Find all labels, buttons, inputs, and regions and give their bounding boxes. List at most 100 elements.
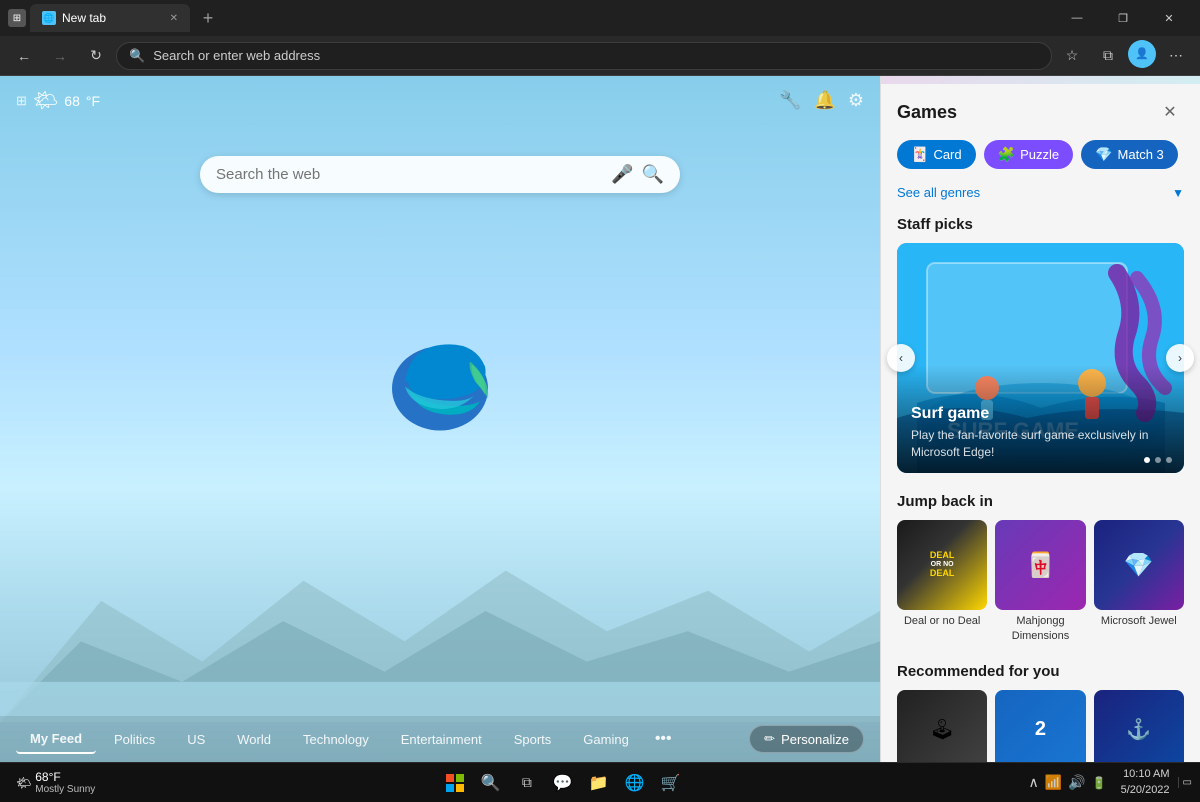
dot-3[interactable] (1166, 457, 1172, 463)
active-tab[interactable]: 🌐 New tab ✕ (30, 4, 190, 32)
rec-img-cubis: 2 (995, 690, 1085, 762)
clock[interactable]: 10:10 AM 5/20/2022 (1117, 767, 1174, 798)
nav-tab-entertainment[interactable]: Entertainment (387, 726, 496, 753)
see-all-genres-row[interactable]: See all genres ▼ (881, 181, 1200, 212)
chat-button[interactable]: 💬 (547, 767, 579, 799)
back-button[interactable]: ← (8, 40, 40, 72)
apps-grid-icon[interactable]: ⊞ (16, 93, 27, 109)
title-bar-left: ⊞ 🌐 New tab ✕ + (8, 4, 222, 32)
favorites-icon[interactable]: ☆ (1056, 40, 1088, 72)
rec-thumb-atari[interactable]: 🕹 (897, 690, 987, 762)
carousel-card[interactable]: SURF GAME Surf game Play the fan-favorit… (897, 243, 1184, 473)
genre-chip-card[interactable]: 🃏 Card (897, 140, 976, 169)
nav-tab-my-feed[interactable]: My Feed (16, 725, 96, 754)
nav-tab-politics[interactable]: Politics (100, 726, 169, 753)
genre-chip-match3[interactable]: 💎 Match 3 (1081, 140, 1178, 169)
refresh-button[interactable]: ↻ (80, 40, 112, 72)
staff-picks-carousel: SURF GAME Surf game Play the fan-favorit… (897, 243, 1184, 473)
genre-filters: 🃏 Card 🧩 Puzzle 💎 Match 3 (881, 140, 1200, 181)
carousel-prev-button[interactable]: ‹ (887, 344, 915, 372)
card-icon: 🃏 (911, 146, 928, 163)
collections-icon[interactable]: ⧉ (1092, 40, 1124, 72)
nav-tab-us[interactable]: US (173, 726, 219, 753)
panel-decor (881, 76, 1200, 84)
network-icon[interactable]: 📶 (1045, 774, 1062, 791)
cubis-label: 2 (1035, 718, 1046, 741)
task-view-button[interactable]: ⧉ (511, 767, 543, 799)
browser-frame: ⊞ 🌐 New tab ✕ + — ❐ ✕ ← → ↻ 🔍 Search or … (0, 0, 1200, 802)
browser-profile-icon[interactable]: ⊞ (8, 9, 26, 27)
notifications-icon[interactable]: 🔔 (813, 90, 835, 111)
forward-button[interactable]: → (44, 40, 76, 72)
taskbar-left: 🌤 68°F Mostly Sunny (8, 770, 103, 795)
rec-img-atari: 🕹 (897, 690, 987, 762)
window-controls: — ❐ ✕ (1054, 0, 1192, 36)
address-text: Search or enter web address (153, 48, 1039, 63)
weather-temp: 68 (64, 93, 80, 109)
nav-tab-technology[interactable]: Technology (289, 726, 383, 753)
file-explorer-button[interactable]: 📁 (583, 767, 615, 799)
nav-tab-world[interactable]: World (223, 726, 285, 753)
game-thumb-mahjong[interactable]: 🀄 Mahjongg Dimensions (995, 520, 1085, 643)
game-name-jewel: Microsoft Jewel (1094, 614, 1184, 628)
rec-thumb-cubis[interactable]: 2 (995, 690, 1085, 762)
new-tab-page: ⊞ 🌤 68 °F 🔧 🔔 ⚙ 🎤 🔍 (0, 76, 880, 762)
game-thumb-jewel[interactable]: 💎 Microsoft Jewel (1094, 520, 1184, 643)
browser-content: ⊞ 🌤 68 °F 🔧 🔔 ⚙ 🎤 🔍 (0, 76, 1200, 762)
nav-bar: ← → ↻ 🔍 Search or enter web address ☆ ⧉ … (0, 36, 1200, 76)
weather-widget[interactable]: ⊞ 🌤 68 °F (16, 88, 100, 113)
edge-taskbar-button[interactable]: 🌐 (619, 767, 651, 799)
microphone-icon[interactable]: 🎤 (611, 164, 633, 185)
maximize-button[interactable]: ❐ (1100, 0, 1146, 36)
tab-close-button[interactable]: ✕ (170, 13, 178, 24)
panel-header-area: Games ✕ (881, 76, 1200, 140)
personalize-button[interactable]: ✏ Personalize (749, 725, 864, 753)
rec-thumb-battleship[interactable]: ⚓ (1094, 690, 1184, 762)
volume-icon[interactable]: 🔊 (1068, 774, 1085, 791)
search-button-icon[interactable]: 🔍 (642, 164, 664, 185)
deal-text: DEAL OR NO DEAL (930, 551, 955, 578)
taskbar-search-button[interactable]: 🔍 (475, 767, 507, 799)
carousel-next-button[interactable]: › (1166, 344, 1194, 372)
genre-chip-puzzle[interactable]: 🧩 Puzzle (984, 140, 1073, 169)
profile-button[interactable]: 👤 (1128, 40, 1156, 68)
settings-icon[interactable]: ⚙ (848, 90, 864, 111)
recommended-title: Recommended for you (881, 659, 1200, 690)
staff-pick-desc: Play the fan-favorite surf game exclusiv… (911, 427, 1170, 461)
game-thumb-deal[interactable]: DEAL OR NO DEAL Deal or no Deal (897, 520, 987, 643)
nav-tab-more-button[interactable]: ••• (647, 724, 680, 754)
carousel-dots (1144, 457, 1172, 463)
nav-tab-sports[interactable]: Sports (500, 726, 566, 753)
taskbar-weather[interactable]: 🌤 68°F Mostly Sunny (8, 770, 103, 795)
customize-icon[interactable]: 🔧 (779, 90, 801, 111)
personalize-label: Personalize (781, 732, 849, 747)
jump-back-title: Jump back in (881, 489, 1200, 520)
games-panel: Games ✕ 🃏 Card 🧩 Puzzle 💎 Match 3 (880, 76, 1200, 762)
dot-2[interactable] (1155, 457, 1161, 463)
show-hidden-icons-button[interactable]: ∧ (1029, 774, 1039, 791)
new-tab-button[interactable]: + (194, 4, 222, 32)
address-bar[interactable]: 🔍 Search or enter web address (116, 42, 1052, 70)
settings-icon[interactable]: ⋯ (1160, 40, 1192, 72)
store-button[interactable]: 🛒 (655, 767, 687, 799)
nt-bottom-nav: My Feed Politics US World Technology Ent… (0, 716, 880, 762)
panel-close-button[interactable]: ✕ (1156, 98, 1184, 126)
edit-icon: ✏ (764, 731, 775, 747)
battery-icon[interactable]: 🔋 (1092, 776, 1107, 790)
chevron-down-icon: ▼ (1172, 186, 1184, 200)
game-name-deal: Deal or no Deal (897, 614, 987, 628)
taskbar-weather-desc: Mostly Sunny (35, 784, 95, 795)
see-all-text: See all genres (897, 185, 980, 200)
close-button[interactable]: ✕ (1146, 0, 1192, 36)
show-desktop-button[interactable]: ▭ (1178, 777, 1192, 788)
nav-tab-gaming[interactable]: Gaming (569, 726, 643, 753)
minimize-button[interactable]: — (1054, 0, 1100, 36)
puzzle-icon: 🧩 (998, 146, 1015, 163)
dot-1[interactable] (1144, 457, 1150, 463)
title-bar: ⊞ 🌐 New tab ✕ + — ❐ ✕ (0, 0, 1200, 36)
start-button[interactable] (439, 767, 471, 799)
taskbar-center: 🔍 ⧉ 💬 📁 🌐 🛒 (103, 767, 1022, 799)
search-box[interactable]: 🎤 🔍 (200, 156, 680, 193)
clock-date: 5/20/2022 (1121, 783, 1170, 798)
search-input[interactable] (216, 166, 603, 183)
